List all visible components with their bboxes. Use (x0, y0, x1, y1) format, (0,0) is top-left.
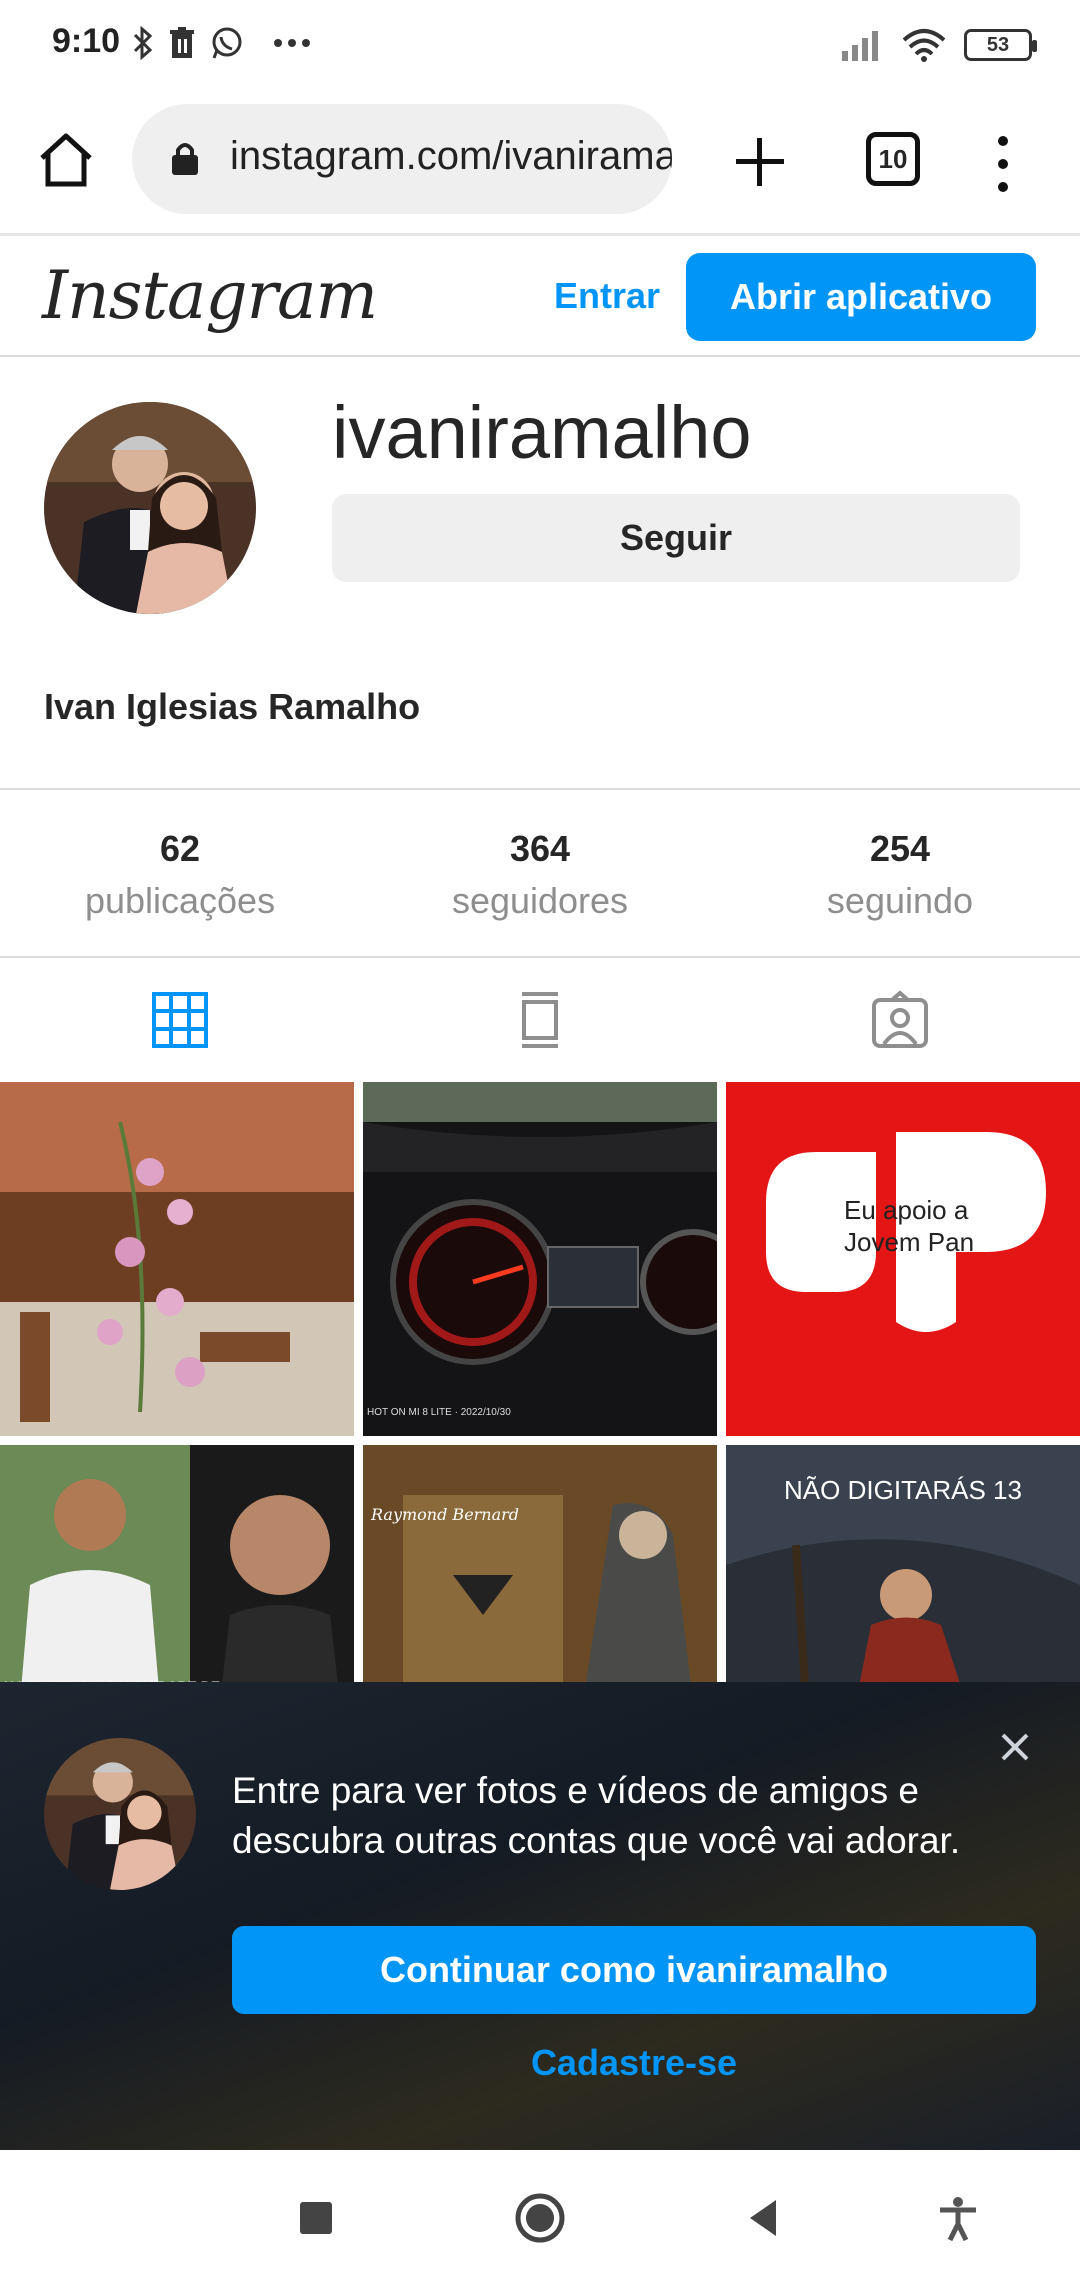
post-thumbnail[interactable]: Raymond Bernard (363, 1445, 717, 1702)
follow-button[interactable]: Seguir (332, 494, 1020, 582)
post-thumbnail[interactable]: HOT ON MI 8 LITE · 2022/10/30 (363, 1082, 717, 1436)
post-caption: Raymond Bernard (371, 1505, 520, 1524)
login-prompt-message: Entre para ver fotos e vídeos de amigos … (232, 1770, 961, 1861)
browser-menu-icon[interactable] (992, 136, 1014, 192)
stat-following-count: 254 (869, 828, 931, 869)
post-caption: NÃO DIGITARÁS 13 (784, 1475, 1022, 1505)
instagram-logo[interactable]: Instagram (42, 257, 378, 334)
post-thumbnail[interactable]: Eu apoio a Jovem Pan (726, 1082, 1080, 1436)
bluetooth-icon (133, 26, 153, 60)
stat-followers-label: seguidores (451, 880, 629, 921)
stat-following-label: seguindo (826, 880, 974, 921)
continue-as-button[interactable]: Continuar como ivaniramalho (232, 1926, 1036, 2014)
open-app-button[interactable]: Abrir aplicativo (686, 253, 1036, 341)
whatsapp-icon (212, 27, 242, 59)
post-caption: HOT ON MI 8 LITE · 2022/10/30 (367, 1407, 511, 1418)
profile-tabs (0, 958, 1080, 1082)
post-thumbnail[interactable]: NÃO DIGITARÁS 13 (726, 1445, 1080, 1702)
wifi-icon (902, 29, 946, 62)
grid-tab-icon[interactable] (150, 990, 210, 1050)
post-thumbnail[interactable]: HOJE SERIA A SOLENIDADE DE (0, 1445, 354, 1702)
status-bar: 9:10 53 (0, 0, 1080, 90)
post-caption: Eu apoio a Jovem Pan (844, 1195, 975, 1257)
post-grid: HOT ON MI 8 LITE · 2022/10/30 Eu apoio a… (0, 1082, 1080, 1702)
profile-avatar[interactable] (44, 402, 256, 614)
accessibility-icon[interactable] (930, 2190, 986, 2246)
signal-icon (842, 31, 878, 61)
recents-square-icon[interactable] (288, 2190, 344, 2246)
profile-full-name: Ivan Iglesias Ramalho (44, 686, 421, 727)
home-icon[interactable] (36, 130, 96, 190)
instagram-header: Instagram Entrar Abrir aplicativo (0, 239, 1080, 357)
trash-icon (170, 27, 194, 58)
back-triangle-icon[interactable] (736, 2190, 792, 2246)
stat-posts-count: 62 (159, 828, 201, 869)
url-text: instagram.com/ivaniramalho (230, 134, 672, 178)
address-bar[interactable]: instagram.com/ivaniramalho (132, 104, 672, 214)
new-tab-plus-icon[interactable] (732, 134, 788, 190)
status-time: 9:10 (52, 22, 121, 60)
post-thumbnail[interactable] (0, 1082, 354, 1436)
stat-followers-count: 364 (509, 828, 571, 869)
login-link[interactable]: Entrar (554, 275, 660, 317)
lock-icon (172, 143, 198, 175)
stat-posts-label: publicações (84, 880, 276, 921)
browser-toolbar: instagram.com/ivaniramalho 10 (0, 90, 1080, 236)
tagged-tab-icon[interactable] (870, 990, 930, 1050)
stat-following[interactable]: 254 seguindo (720, 828, 1080, 922)
profile-username: ivaniramalho (332, 391, 752, 474)
system-nav-bar (0, 2150, 1080, 2280)
more-dots-icon (274, 39, 310, 47)
login-prompt-panel: Entre para ver fotos e vídeos de amigos … (0, 1682, 1080, 2150)
feed-tab-icon[interactable] (510, 990, 570, 1050)
signup-link[interactable]: Cadastre-se (232, 2042, 1036, 2084)
tab-switcher-button[interactable]: 10 (866, 132, 920, 186)
stat-followers[interactable]: 364 seguidores (360, 828, 720, 922)
close-icon[interactable] (1000, 1732, 1030, 1762)
battery-icon: 53 (964, 29, 1037, 61)
stat-posts: 62 publicações (0, 828, 360, 922)
home-circle-icon[interactable] (512, 2190, 568, 2246)
profile-stats: 62 publicações 364 seguidores 254 seguin… (0, 788, 1080, 958)
prompt-avatar (44, 1738, 196, 1890)
